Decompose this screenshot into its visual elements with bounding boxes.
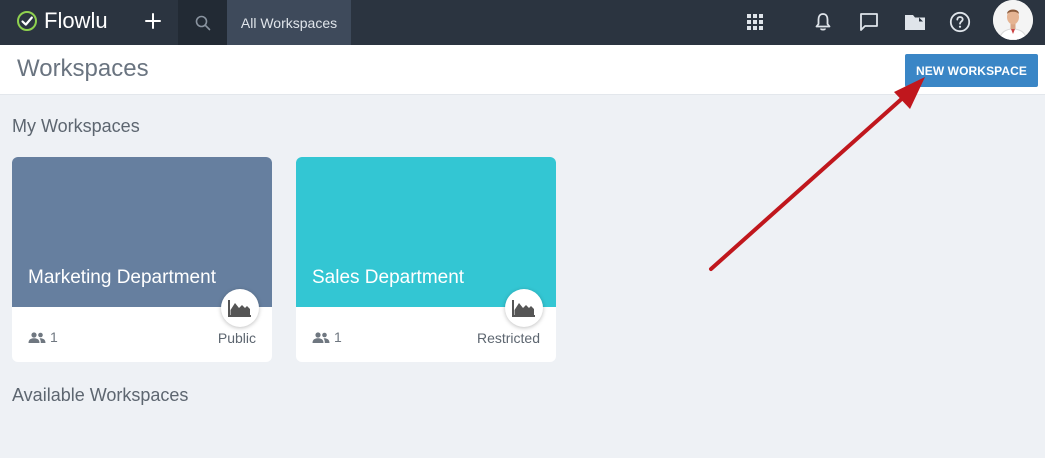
folder-icon (905, 14, 925, 30)
top-navigation-bar: Flowlu All Workspaces (0, 0, 1045, 45)
member-count: 1 (50, 329, 58, 345)
workspace-avatar-badge (505, 289, 543, 327)
workspace-card-cover: Sales Department (296, 157, 556, 307)
search-button[interactable] (178, 0, 227, 45)
documents-button[interactable] (902, 9, 928, 35)
workspace-card-sales[interactable]: Sales Department 1 Restricted (296, 157, 556, 362)
messages-button[interactable] (856, 9, 882, 35)
check-circle-logo-icon (17, 11, 37, 31)
bell-icon (815, 13, 831, 31)
page-header: Workspaces NEW WORKSPACE (0, 45, 1045, 95)
workspace-avatar-badge (221, 289, 259, 327)
app-name: Flowlu (44, 8, 108, 33)
workspace-name: Marketing Department (28, 267, 216, 288)
create-button[interactable] (140, 8, 166, 34)
apps-button[interactable] (742, 9, 768, 35)
search-icon (195, 15, 210, 30)
workspace-members: 1 (312, 329, 342, 345)
people-icon (312, 331, 330, 343)
help-button[interactable] (947, 9, 973, 35)
workspace-name: Sales Department (312, 267, 465, 288)
app-logo[interactable]: Flowlu (16, 7, 108, 35)
user-photo-icon (993, 0, 1033, 40)
tab-all-workspaces[interactable]: All Workspaces (227, 0, 351, 45)
apps-grid-icon (747, 14, 763, 30)
notifications-button[interactable] (810, 9, 836, 35)
section-title-my-workspaces: My Workspaces (12, 116, 140, 136)
plus-icon (145, 13, 161, 29)
help-icon (949, 11, 971, 33)
chat-icon (860, 13, 878, 31)
area-chart-icon (228, 300, 251, 317)
workspace-access-type: Restricted (476, 330, 540, 346)
workspace-access-type: Public (217, 330, 256, 346)
workspace-members: 1 (28, 329, 58, 345)
user-avatar[interactable] (993, 0, 1033, 40)
page-title: Workspaces (17, 55, 149, 82)
workspace-card-marketing[interactable]: Marketing Department 1 Public (12, 157, 272, 362)
area-chart-icon (512, 300, 535, 317)
workspace-card-cover: Marketing Department (12, 157, 272, 307)
section-title-available-workspaces: Available Workspaces (12, 385, 189, 405)
member-count: 1 (334, 329, 342, 345)
new-workspace-button[interactable]: NEW WORKSPACE (905, 54, 1038, 87)
people-icon (28, 331, 46, 343)
